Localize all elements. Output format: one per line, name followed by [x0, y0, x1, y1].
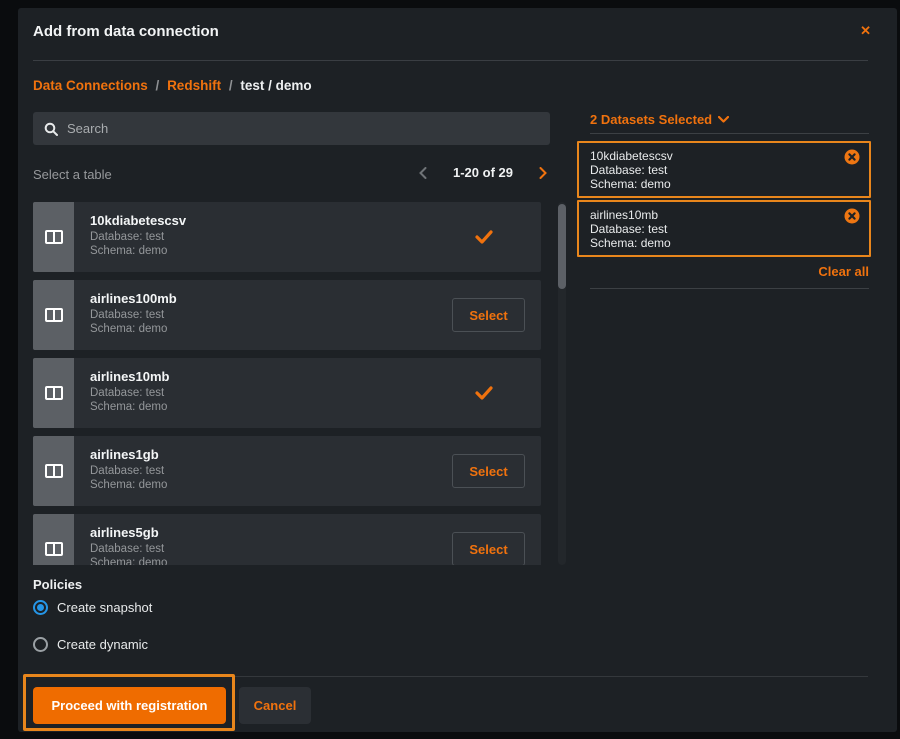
table-row[interactable]: airlines100mb Database: test Schema: dem…	[33, 280, 541, 350]
next-page-icon[interactable]	[536, 166, 550, 180]
table-database: Database: test	[90, 231, 164, 243]
table-database: Database: test	[90, 309, 164, 321]
table-list: 10kdiabetescsv Database: test Schema: de…	[33, 202, 541, 565]
close-icon[interactable]: ✕	[860, 23, 871, 39]
table-icon	[33, 514, 74, 565]
table-row[interactable]: 10kdiabetescsv Database: test Schema: de…	[33, 202, 541, 272]
policies-label: Policies	[33, 577, 82, 592]
table-database: Database: test	[90, 387, 164, 399]
clear-all-link[interactable]: Clear all	[818, 264, 869, 279]
select-a-table-label: Select a table	[33, 167, 112, 182]
scrollbar-thumb[interactable]	[558, 204, 566, 289]
table-name: airlines5gb	[90, 525, 159, 540]
table-schema: Schema: demo	[90, 557, 167, 565]
chevron-down-icon	[718, 116, 729, 123]
search-icon	[44, 122, 58, 136]
radio-create-dynamic[interactable]: Create dynamic	[33, 637, 148, 652]
table-database: Database: test	[90, 465, 164, 477]
scrollbar-track[interactable]	[558, 202, 566, 565]
radio-unselected-icon[interactable]	[33, 637, 48, 652]
breadcrumb: Data Connections / Redshift / test / dem…	[33, 78, 312, 93]
table-icon	[33, 358, 74, 428]
proceed-with-registration-button[interactable]: Proceed with registration	[33, 687, 226, 724]
table-row[interactable]: airlines5gb Database: test Schema: demo …	[33, 514, 541, 565]
add-from-data-connection-modal: Add from data connection ✕ Data Connecti…	[18, 8, 897, 732]
dataset-database: Database: test	[590, 222, 667, 236]
pagination: 1-20 of 29	[416, 165, 550, 180]
table-row[interactable]: airlines10mb Database: test Schema: demo	[33, 358, 541, 428]
table-icon	[33, 436, 74, 506]
table-name: airlines1gb	[90, 447, 159, 462]
table-icon	[33, 280, 74, 350]
radio-create-snapshot[interactable]: Create snapshot	[33, 600, 152, 615]
select-button[interactable]: Select	[452, 454, 525, 488]
radio-selected-icon[interactable]	[33, 600, 48, 615]
breadcrumb-link-redshift[interactable]: Redshift	[167, 78, 221, 93]
remove-dataset-icon[interactable]	[844, 208, 860, 229]
dataset-name: airlines10mb	[590, 208, 658, 222]
cancel-button[interactable]: Cancel	[239, 687, 311, 724]
breadcrumb-link-data-connections[interactable]: Data Connections	[33, 78, 148, 93]
search-box[interactable]	[33, 112, 550, 145]
remove-dataset-icon[interactable]	[844, 149, 860, 170]
table-icon	[33, 202, 74, 272]
panel-divider	[590, 133, 869, 134]
panel-divider	[590, 288, 869, 289]
breadcrumb-current: test / demo	[240, 78, 311, 93]
dataset-schema: Schema: demo	[590, 177, 671, 191]
modal-title: Add from data connection	[33, 23, 219, 40]
header-divider	[33, 60, 868, 61]
search-input[interactable]	[67, 121, 507, 136]
selected-check-icon	[475, 230, 493, 249]
selected-datasets-header[interactable]: 2 Datasets Selected	[590, 112, 871, 127]
table-schema: Schema: demo	[90, 323, 167, 335]
table-name: airlines10mb	[90, 369, 170, 384]
dataset-database: Database: test	[590, 163, 667, 177]
dataset-name: 10kdiabetescsv	[590, 149, 673, 163]
radio-label: Create dynamic	[57, 637, 148, 652]
selected-dataset-card: airlines10mb Database: test Schema: demo	[577, 200, 871, 257]
selected-datasets-count: 2 Datasets Selected	[590, 112, 712, 127]
dataset-schema: Schema: demo	[590, 236, 671, 250]
table-row[interactable]: airlines1gb Database: test Schema: demo …	[33, 436, 541, 506]
select-button[interactable]: Select	[452, 298, 525, 332]
table-database: Database: test	[90, 543, 164, 555]
table-schema: Schema: demo	[90, 479, 167, 491]
table-schema: Schema: demo	[90, 245, 167, 257]
select-button[interactable]: Select	[452, 532, 525, 565]
selected-check-icon	[475, 386, 493, 405]
prev-page-icon[interactable]	[416, 166, 430, 180]
table-name: 10kdiabetescsv	[90, 213, 186, 228]
breadcrumb-separator: /	[225, 78, 237, 93]
breadcrumb-separator: /	[152, 78, 164, 93]
table-schema: Schema: demo	[90, 401, 167, 413]
radio-label: Create snapshot	[57, 600, 152, 615]
selected-datasets-panel: 2 Datasets Selected 10kdiabetescsv Datab…	[577, 112, 871, 127]
table-name: airlines100mb	[90, 291, 177, 306]
pagination-range: 1-20 of 29	[453, 165, 513, 180]
selected-dataset-card: 10kdiabetescsv Database: test Schema: de…	[577, 141, 871, 198]
